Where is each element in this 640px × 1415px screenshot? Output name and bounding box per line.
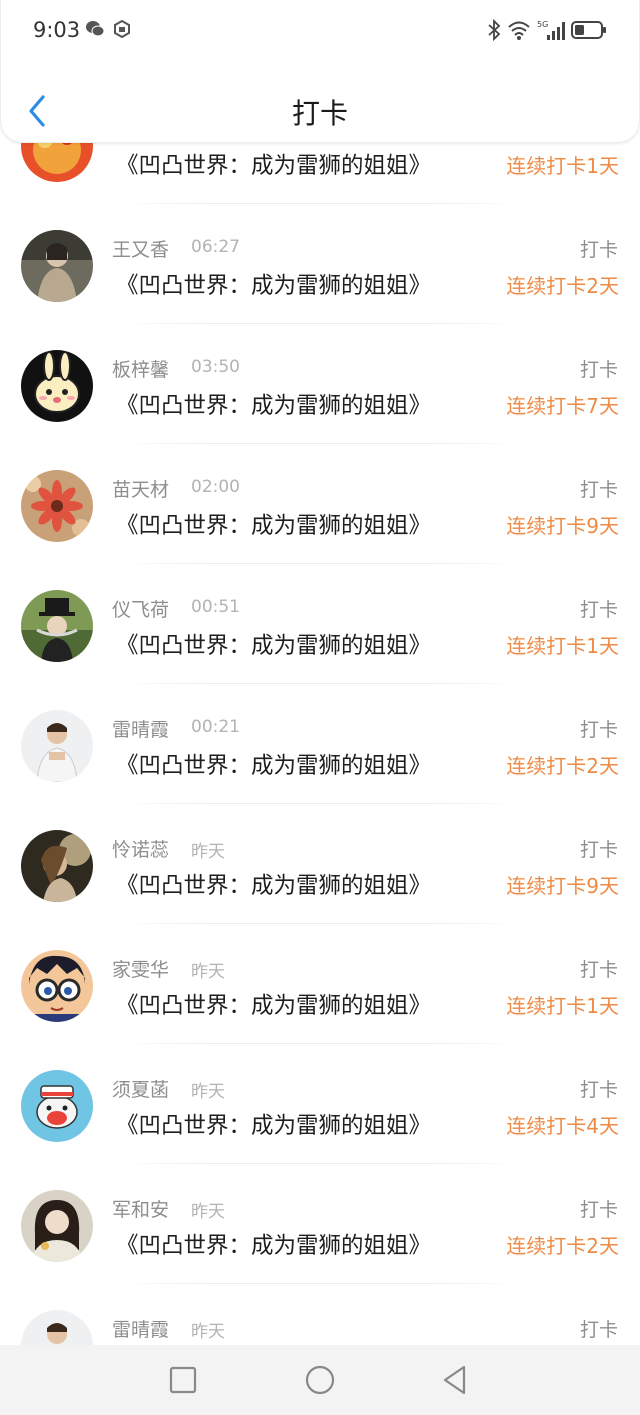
streak-label: 连续打卡2天 (506, 754, 619, 778)
checkin-time: 昨天 (191, 1082, 225, 1102)
list-item[interactable]: 仪飞荷 00:51 《凹凸世界：成为雷狮的姐姐》 打卡 连续打卡1天 (0, 564, 640, 684)
streak-label: 连续打卡2天 (506, 274, 619, 298)
avatar[interactable] (21, 1310, 93, 1345)
user-name[interactable]: 仪飞荷 (112, 595, 169, 622)
back-triangle-icon (443, 1365, 466, 1395)
user-name[interactable]: 怜诺蕊 (112, 835, 169, 862)
recent-apps-button[interactable] (166, 1363, 200, 1397)
streak-label: 连续打卡1天 (506, 154, 619, 178)
checkin-time: 00:51 (191, 597, 240, 617)
wifi-icon (507, 20, 531, 44)
user-name[interactable]: 军和安 (112, 1195, 169, 1222)
recent-apps-square-icon (169, 1366, 197, 1394)
list-item[interactable]: 王又香 06:27 《凹凸世界：成为雷狮的姐姐》 打卡 连续打卡2天 (0, 204, 640, 324)
checkin-time: 00:21 (191, 717, 240, 737)
list-item[interactable]: 须夏菡 昨天 《凹凸世界：成为雷狮的姐姐》 打卡 连续打卡4天 (0, 1044, 640, 1164)
book-title[interactable]: 《凹凸世界：成为雷狮的姐姐》 (116, 388, 431, 420)
list-item[interactable]: 苗天材 02:00 《凹凸世界：成为雷狮的姐姐》 打卡 连续打卡9天 (0, 444, 640, 564)
wechat-icon (85, 20, 105, 42)
system-nav-bar (0, 1345, 640, 1415)
streak-label: 连续打卡9天 (506, 514, 619, 538)
checkin-time: 昨天 (191, 1322, 225, 1342)
action-label: 打卡 (579, 1079, 618, 1101)
list-item[interactable]: 家雯华 昨天 《凹凸世界：成为雷狮的姐姐》 打卡 连续打卡1天 (0, 924, 640, 1044)
checkin-time: 02:00 (191, 477, 240, 497)
user-name[interactable]: 王又香 (112, 235, 169, 262)
user-name[interactable]: 板梓馨 (112, 355, 169, 382)
user-name[interactable]: 苗天材 (112, 475, 169, 502)
avatar[interactable] (21, 710, 93, 782)
action-label: 打卡 (579, 479, 618, 501)
streak-label: 连续打卡9天 (506, 874, 619, 898)
avatar[interactable] (21, 470, 93, 542)
checkin-time: 03:50 (191, 357, 240, 377)
book-title[interactable]: 《凹凸世界：成为雷狮的姐姐》 (116, 988, 431, 1020)
action-label: 打卡 (579, 959, 618, 981)
bluetooth-icon (487, 18, 501, 45)
checkin-list[interactable]: 《凹凸世界：成为雷狮的姐姐》 连续打卡1天 王又香 06:27 《凹凸世界：成为… (0, 0, 640, 1345)
list-item[interactable]: 板梓馨 03:50 《凹凸世界：成为雷狮的姐姐》 打卡 连续打卡7天 (0, 324, 640, 444)
checkin-page: 《凹凸世界：成为雷狮的姐姐》 连续打卡1天 王又香 06:27 《凹凸世界：成为… (0, 0, 640, 1415)
list-item[interactable]: 雷晴霞 昨天 打卡 (0, 1284, 640, 1345)
system-back-button[interactable] (439, 1363, 473, 1397)
user-name[interactable]: 雷晴霞 (112, 1315, 169, 1342)
checkin-time: 06:27 (191, 237, 240, 257)
list-item[interactable]: 军和安 昨天 《凹凸世界：成为雷狮的姐姐》 打卡 连续打卡2天 (0, 1164, 640, 1284)
book-title[interactable]: 《凹凸世界：成为雷狮的姐姐》 (116, 748, 431, 780)
streak-label: 连续打卡2天 (506, 1234, 619, 1258)
action-label: 打卡 (579, 239, 618, 261)
5g-signal-icon: 5G (537, 19, 565, 45)
book-title[interactable]: 《凹凸世界：成为雷狮的姐姐》 (116, 1228, 431, 1260)
action-label: 打卡 (579, 599, 618, 621)
home-button[interactable] (303, 1363, 337, 1397)
svg-text:5G: 5G (537, 20, 548, 29)
checkin-time: 昨天 (191, 962, 225, 982)
status-left-icons (85, 19, 131, 42)
home-circle-icon (305, 1365, 335, 1395)
action-label: 打卡 (579, 839, 618, 861)
page-title: 打卡 (291, 97, 348, 130)
streak-label: 连续打卡4天 (506, 1114, 619, 1138)
avatar[interactable] (21, 950, 93, 1022)
streak-label: 连续打卡1天 (506, 994, 619, 1018)
streak-label: 连续打卡1天 (506, 634, 619, 658)
user-name[interactable]: 家雯华 (112, 955, 169, 982)
app-notification-icon (113, 19, 131, 42)
checkin-time: 昨天 (191, 842, 225, 862)
list-item[interactable]: 雷晴霞 00:21 《凹凸世界：成为雷狮的姐姐》 打卡 连续打卡2天 (0, 684, 640, 804)
avatar[interactable] (21, 1190, 93, 1262)
book-title: 《凹凸世界：成为雷狮的姐姐》 (116, 153, 432, 179)
book-title[interactable]: 《凹凸世界：成为雷狮的姐姐》 (116, 268, 431, 300)
book-title[interactable]: 《凹凸世界：成为雷狮的姐姐》 (116, 868, 431, 900)
list-item[interactable]: 怜诺蕊 昨天 《凹凸世界：成为雷狮的姐姐》 打卡 连续打卡9天 (0, 804, 640, 924)
status-time: 9:03 (33, 18, 81, 42)
battery-icon (571, 20, 607, 44)
streak-label: 连续打卡7天 (506, 394, 619, 418)
checkin-time: 昨天 (191, 1202, 225, 1222)
user-name[interactable]: 雷晴霞 (112, 715, 169, 742)
avatar[interactable] (21, 590, 93, 662)
user-name[interactable]: 须夏菡 (112, 1075, 169, 1102)
action-label: 打卡 (579, 1319, 618, 1341)
book-title[interactable]: 《凹凸世界：成为雷狮的姐姐》 (116, 1108, 431, 1140)
avatar[interactable] (21, 350, 93, 422)
avatar[interactable] (21, 830, 93, 902)
book-title[interactable]: 《凹凸世界：成为雷狮的姐姐》 (116, 508, 431, 540)
top-header: 9:03 5G 打卡 (0, 0, 640, 143)
action-label: 打卡 (579, 359, 618, 381)
book-title[interactable]: 《凹凸世界：成为雷狮的姐姐》 (116, 628, 431, 660)
status-right-icons: 5G (487, 18, 607, 45)
action-label: 打卡 (579, 1199, 618, 1221)
avatar[interactable] (21, 230, 93, 302)
action-label: 打卡 (579, 719, 618, 741)
avatar[interactable] (21, 1070, 93, 1142)
